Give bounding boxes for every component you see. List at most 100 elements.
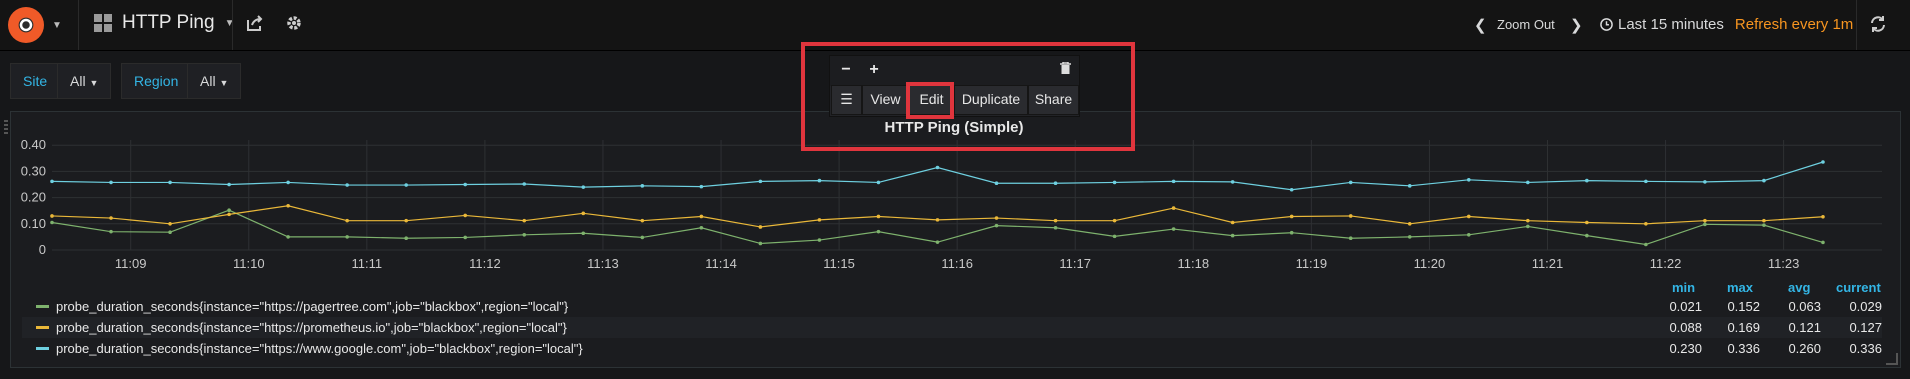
- series-point: [463, 182, 468, 187]
- series-point: [1585, 220, 1589, 225]
- series-point: [817, 178, 822, 183]
- x-tick-label: 11:22: [1650, 256, 1682, 271]
- series-point: [640, 235, 645, 240]
- series-point: [1526, 224, 1530, 229]
- series-line: [51, 209, 1824, 246]
- series-point: [404, 236, 408, 241]
- series-point: [1348, 236, 1353, 241]
- series-point: [1526, 218, 1530, 223]
- series-point: [1407, 235, 1412, 239]
- series-point: [1348, 180, 1353, 185]
- series-point: [1407, 184, 1412, 188]
- series-avg: 0.260: [1788, 341, 1821, 356]
- legend-row[interactable]: probe_duration_seconds{instance="https:/…: [22, 296, 1882, 317]
- series-point: [345, 218, 349, 223]
- series-point: [581, 231, 586, 236]
- series-point: [168, 230, 172, 234]
- series-point: [522, 182, 527, 186]
- legend-header-avg[interactable]: avg: [1788, 280, 1810, 295]
- series-point: [1112, 234, 1117, 239]
- series-point: [817, 218, 822, 222]
- series-point: [168, 180, 172, 185]
- series-point: [935, 165, 940, 170]
- series-point: [1526, 180, 1530, 185]
- series-point: [168, 222, 172, 226]
- x-tick-label: 11:23: [1768, 256, 1800, 271]
- series-point: [994, 181, 999, 186]
- x-tick-label: 11:14: [705, 256, 737, 271]
- series-point: [404, 183, 408, 187]
- series-point: [876, 229, 881, 234]
- series-max: 0.152: [1727, 299, 1760, 314]
- series-point: [50, 179, 54, 184]
- series-point: [1466, 233, 1471, 237]
- series-point: [109, 229, 113, 234]
- series-point: [640, 218, 645, 223]
- x-tick-label: 11:15: [823, 256, 855, 271]
- series-point: [1407, 222, 1412, 226]
- series-color-swatch[interactable]: [36, 326, 49, 329]
- series-min: 0.088: [1669, 320, 1702, 335]
- series-max: 0.169: [1727, 320, 1760, 335]
- series-point: [699, 184, 704, 189]
- series-point: [581, 211, 586, 216]
- series-point: [1230, 180, 1235, 184]
- series-point: [1171, 227, 1176, 231]
- popup-highlight-box: [801, 42, 1135, 151]
- series-point: [994, 223, 999, 228]
- series-point: [227, 212, 231, 217]
- series-avg: 0.121: [1788, 320, 1821, 335]
- series-point: [699, 214, 704, 219]
- series-point: [876, 214, 881, 219]
- series-avg: 0.063: [1788, 299, 1821, 314]
- legend-header-current[interactable]: current: [1836, 280, 1881, 295]
- series-name[interactable]: probe_duration_seconds{instance="https:/…: [56, 299, 568, 314]
- series-max: 0.336: [1727, 341, 1760, 356]
- y-tick-label: 0.10: [21, 216, 46, 231]
- x-tick-label: 11:12: [469, 256, 501, 271]
- series-point: [1171, 179, 1176, 184]
- x-tick-label: 11:17: [1059, 256, 1091, 271]
- series-name[interactable]: probe_duration_seconds{instance="https:/…: [56, 320, 567, 335]
- series-color-swatch[interactable]: [36, 305, 49, 308]
- series-point: [404, 218, 408, 223]
- series-point: [1053, 225, 1058, 230]
- series-point: [817, 238, 822, 242]
- x-tick-label: 11:19: [1296, 256, 1328, 271]
- x-tick-label: 11:20: [1414, 256, 1446, 271]
- series-point: [1762, 223, 1766, 227]
- series-point: [463, 235, 468, 240]
- series-name[interactable]: probe_duration_seconds{instance="https:/…: [56, 341, 583, 356]
- series-point: [1821, 160, 1825, 164]
- series-point: [1348, 214, 1353, 218]
- series-point: [1053, 218, 1058, 223]
- series-point: [1585, 233, 1589, 238]
- legend-row[interactable]: probe_duration_seconds{instance="https:/…: [22, 338, 1882, 359]
- series-current: 0.127: [1849, 320, 1882, 335]
- series-point: [1762, 218, 1766, 223]
- series-point: [1466, 214, 1471, 219]
- series-color-swatch[interactable]: [36, 347, 49, 350]
- x-tick-label: 11:16: [941, 256, 973, 271]
- y-tick-label: 0.20: [21, 190, 46, 205]
- series-point: [345, 183, 349, 187]
- series-point: [227, 208, 231, 212]
- series-point: [1703, 218, 1707, 223]
- series-point: [1230, 233, 1235, 238]
- series-point: [758, 225, 763, 229]
- series-point: [1585, 178, 1589, 183]
- panel-resize-handle[interactable]: [1886, 353, 1898, 365]
- series-point: [1821, 214, 1825, 219]
- legend-row[interactable]: probe_duration_seconds{instance="https:/…: [22, 317, 1882, 338]
- legend-header-max[interactable]: max: [1727, 280, 1753, 295]
- series-point: [109, 180, 113, 185]
- x-tick-label: 11:13: [587, 256, 619, 271]
- edit-highlight-box: [906, 82, 954, 119]
- series-point: [286, 180, 290, 185]
- y-tick-label: 0.40: [21, 137, 46, 152]
- series-point: [1644, 242, 1648, 247]
- series-point: [758, 241, 763, 246]
- legend-header-min[interactable]: min: [1672, 280, 1695, 295]
- series-point: [522, 233, 527, 237]
- series-point: [1703, 222, 1707, 227]
